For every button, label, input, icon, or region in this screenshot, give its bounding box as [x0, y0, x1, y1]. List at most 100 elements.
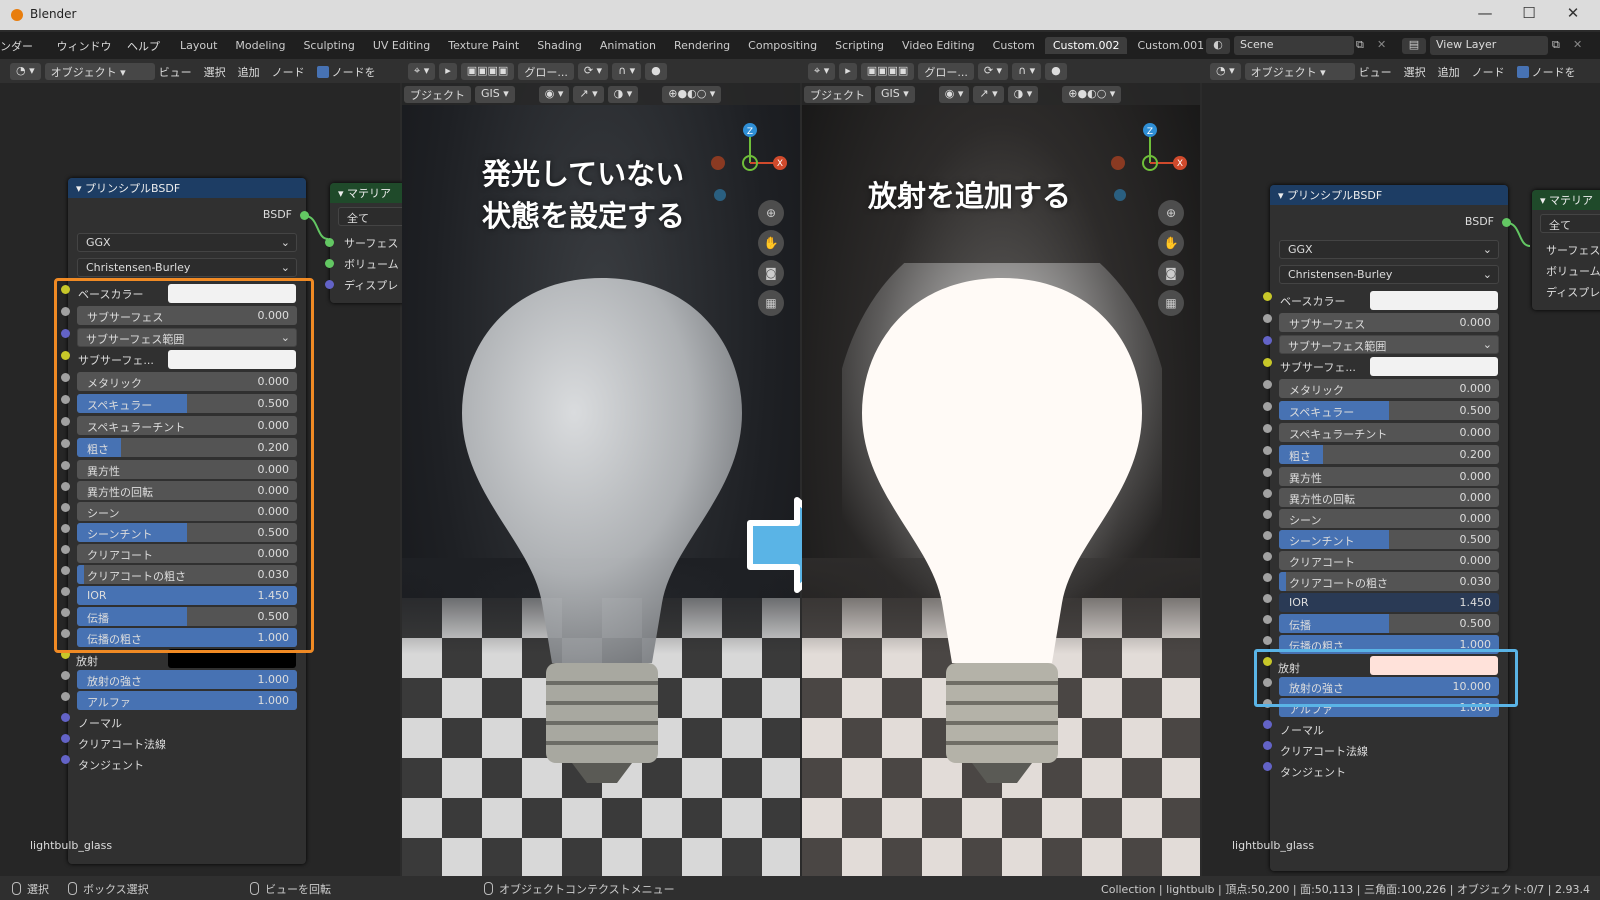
gis-menu[interactable]: GIS ▾	[475, 85, 515, 103]
socket-displacement-in[interactable]	[325, 280, 334, 289]
tab-custom[interactable]: Custom	[985, 37, 1043, 54]
view-layer-icon[interactable]: ▤	[1402, 38, 1426, 54]
select-mode-icons-right[interactable]: ▣▣▣▣	[860, 63, 915, 80]
socket-clearcoat-normal[interactable]	[61, 734, 70, 743]
subsurface-radius-dropdown-right[interactable]: サブサーフェス範囲 ⌄	[1279, 335, 1499, 354]
tab-modeling[interactable]: Modeling	[227, 37, 293, 54]
scene-icon[interactable]: ◐	[1206, 38, 1230, 54]
socket-alpha[interactable]	[61, 692, 70, 701]
tab-rendering[interactable]: Rendering	[666, 37, 738, 54]
socket-normal[interactable]	[61, 713, 70, 722]
node-editor-left[interactable]: ▾ マテリア 全て サーフェス ボリューム ディスプレ ▾ プリンシプルBSDF…	[0, 83, 410, 876]
anisotropic-field-right[interactable]: 異方性 0.000	[1279, 467, 1499, 486]
socket-roughness-right[interactable]	[1263, 446, 1272, 455]
tab-uv-editing[interactable]: UV Editing	[365, 37, 438, 54]
zoom-icon[interactable]: ⊕	[758, 200, 784, 226]
socket-ior-right[interactable]	[1263, 594, 1272, 603]
tab-animation[interactable]: Animation	[592, 37, 664, 54]
pivot-icon-right[interactable]: ⟳ ▾	[977, 63, 1009, 80]
mode-dropdown[interactable]: オブジェクト ▾	[44, 63, 155, 80]
viewport-editor-type-icon[interactable]: ⌖ ▾	[408, 63, 436, 80]
distribution-dropdown-right[interactable]: GGX ⌄	[1279, 240, 1499, 259]
gis-menu-right[interactable]: GIS ▾	[875, 85, 915, 103]
navigation-gizmo[interactable]: Z X	[710, 121, 790, 201]
metallic-field-right[interactable]: メタリック 0.000	[1279, 379, 1499, 398]
menu-add[interactable]: 追加	[238, 64, 260, 80]
socket-transmission-right[interactable]	[1263, 615, 1272, 624]
principled-bsdf-node-right[interactable]: ▾ プリンシプルBSDF BSDF GGX ⌄ Christensen-Burle…	[1270, 185, 1508, 871]
tab-sculpting[interactable]: Sculpting	[295, 37, 362, 54]
remove-scene-icon[interactable]: ✕	[1377, 38, 1386, 51]
tab-custom-002[interactable]: Custom.002	[1044, 37, 1128, 54]
node-editor-right[interactable]: ▾ マテリア 全て サーフェス ボリューム ディスプレ ▾ プリンシプルBSDF…	[1202, 83, 1600, 876]
tab-shading[interactable]: Shading	[529, 37, 590, 54]
maximize-icon[interactable]: ☐	[1514, 4, 1544, 22]
overlay-icon[interactable]: ◑ ▾	[607, 85, 639, 103]
proportional-icon-right[interactable]: ●	[1045, 63, 1067, 80]
zoom-icon-right[interactable]: ⊕	[1158, 200, 1184, 226]
select-tool-icon[interactable]: ▸	[439, 63, 457, 80]
camera-icon-right[interactable]: ◙	[1158, 260, 1184, 286]
visibility-icon[interactable]: ◉ ▾	[538, 85, 570, 103]
camera-icon[interactable]: ◙	[758, 260, 784, 286]
scene-selector[interactable]: Scene	[1234, 36, 1354, 55]
socket-subsurface-radius-right[interactable]	[1263, 336, 1272, 345]
subsurface-field-right[interactable]: サブサーフェス 0.000	[1279, 313, 1499, 332]
shading-modes-icon[interactable]: ⊕●◐○ ▾	[662, 85, 722, 103]
socket-emission-strength[interactable]	[61, 671, 70, 680]
view-layer-selector[interactable]: View Layer	[1430, 36, 1548, 55]
socket-base-color-right[interactable]	[1263, 292, 1272, 301]
socket-anisotropic-right[interactable]	[1263, 468, 1272, 477]
sheen-tint-field-right[interactable]: シーンチント 0.500	[1279, 530, 1499, 549]
menu-node[interactable]: ノード	[272, 64, 305, 80]
mode-dropdown-right[interactable]: オブジェクト ▾	[1244, 63, 1355, 80]
socket-normal-right[interactable]	[1263, 720, 1272, 729]
socket-subsurface-right[interactable]	[1263, 314, 1272, 323]
ior-field-right[interactable]: IOR 1.450	[1279, 593, 1499, 612]
clearcoat-field-right[interactable]: クリアコート 0.000	[1279, 551, 1499, 570]
transform-orientation-dropdown[interactable]: グロー...	[518, 63, 574, 80]
select-mode-icons[interactable]: ▣▣▣▣	[460, 63, 515, 80]
menu-view-right[interactable]: ビュー	[1359, 64, 1392, 80]
visibility-icon-right[interactable]: ◉ ▾	[938, 85, 970, 103]
editor-type-icon-right[interactable]: ◔ ▾	[1210, 63, 1241, 80]
shading-modes-icon-right[interactable]: ⊕●◐○ ▾	[1062, 85, 1122, 103]
anisotropic-rotation-field-right[interactable]: 異方性の回転 0.000	[1279, 488, 1499, 507]
new-view-layer-icon[interactable]: ⧉	[1552, 38, 1560, 52]
subsurface-method-dropdown[interactable]: Christensen-Burley ⌄	[77, 258, 297, 277]
socket-tangent-right[interactable]	[1263, 762, 1272, 771]
select-tool-icon-right[interactable]: ▸	[839, 63, 857, 80]
socket-subsurface-color-right[interactable]	[1263, 358, 1272, 367]
tab-custom-001[interactable]: Custom.001	[1129, 37, 1212, 54]
menu-select[interactable]: 選択	[204, 64, 226, 80]
snap-icon[interactable]: ∩ ▾	[612, 63, 642, 80]
roughness-field-right[interactable]: 粗さ 0.200	[1279, 445, 1499, 464]
tab-layout[interactable]: Layout	[172, 37, 225, 54]
use-nodes-checkbox-right[interactable]: ノードを	[1516, 64, 1576, 80]
pivot-icon[interactable]: ⟳ ▾	[577, 63, 609, 80]
tab-video-editing[interactable]: Video Editing	[894, 37, 983, 54]
gizmo-toggle-icon[interactable]: ↗ ▾	[573, 85, 604, 103]
distribution-dropdown[interactable]: GGX ⌄	[77, 233, 297, 252]
viewport-left[interactable]: ブジェクト GIS ▾ ◉ ▾ ↗ ▾ ◑ ▾ ⊕●◐○ ▾ 発光していない 状態…	[402, 83, 800, 878]
material-output-node[interactable]: ▾ マテリア 全て サーフェス ボリューム ディスプレ	[330, 183, 410, 303]
subsurface-method-dropdown-right[interactable]: Christensen-Burley ⌄	[1279, 265, 1499, 284]
socket-anisotropic-rotation-right[interactable]	[1263, 489, 1272, 498]
menu-node-right[interactable]: ノード	[1472, 64, 1505, 80]
socket-sheen-right[interactable]	[1263, 510, 1272, 519]
socket-specular-tint-right[interactable]	[1263, 424, 1272, 433]
pan-hand-icon[interactable]: ✋	[758, 230, 784, 256]
menu-render[interactable]: ンダー	[0, 40, 33, 53]
viewport-right[interactable]: ブジェクト GIS ▾ ◉ ▾ ↗ ▾ ◑ ▾ ⊕●◐○ ▾ 放射を追加する Z…	[802, 83, 1200, 878]
overlay-icon-right[interactable]: ◑ ▾	[1007, 85, 1039, 103]
socket-clearcoat-normal-right[interactable]	[1263, 741, 1272, 750]
socket-clearcoat-right[interactable]	[1263, 552, 1272, 561]
transform-orientation-dropdown-right[interactable]: グロー...	[918, 63, 974, 80]
transmission-field-right[interactable]: 伝播 0.500	[1279, 614, 1499, 633]
menu-window[interactable]: ウィンドウ	[57, 40, 112, 53]
object-mode-dropdown-right[interactable]: ブジェクト	[804, 85, 871, 103]
minimize-icon[interactable]: —	[1470, 4, 1500, 22]
editor-type-icon[interactable]: ◔ ▾	[10, 63, 41, 80]
subsurface-color-swatch-right[interactable]	[1370, 357, 1498, 376]
new-scene-icon[interactable]: ⧉	[1356, 38, 1364, 52]
